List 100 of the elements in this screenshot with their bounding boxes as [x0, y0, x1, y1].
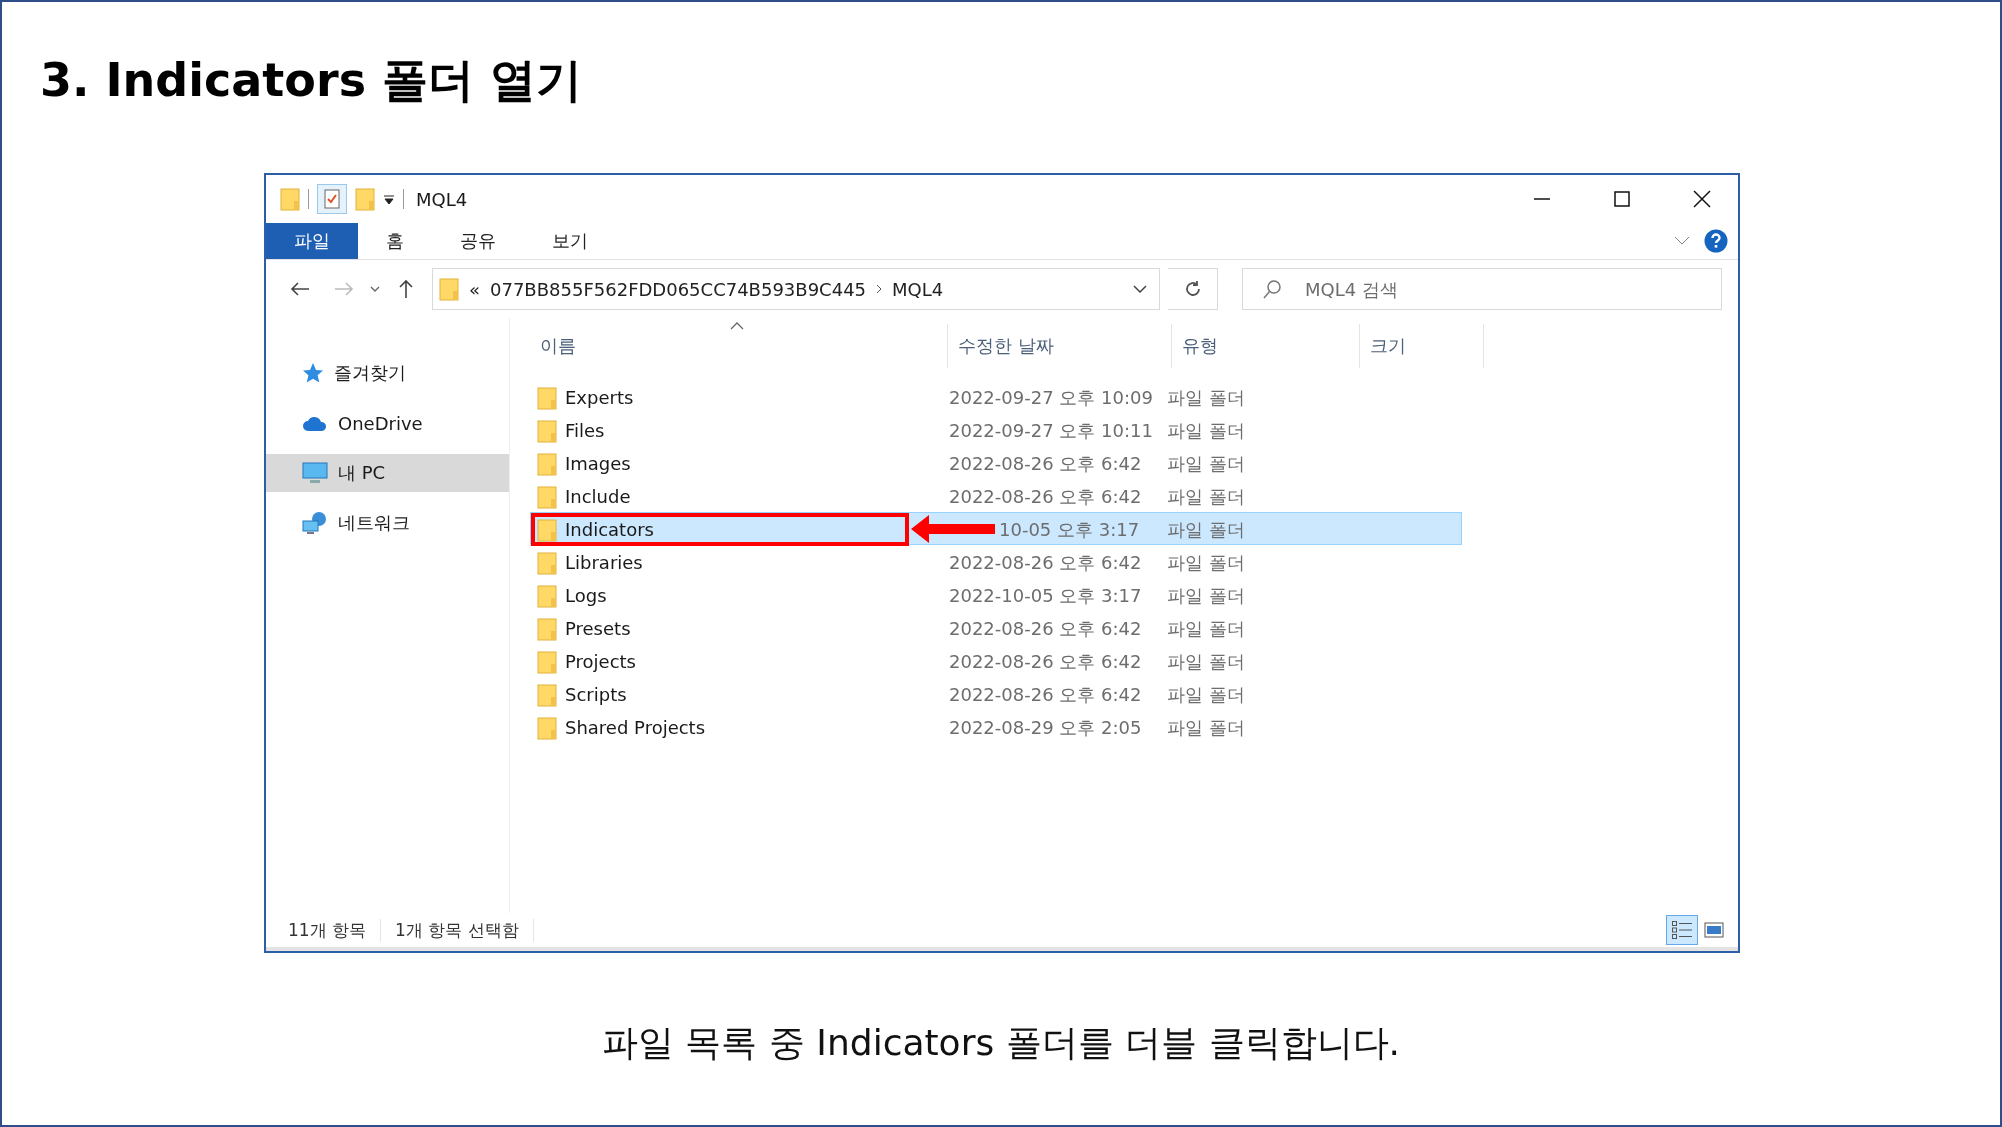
folder-icon — [537, 649, 557, 674]
file-row[interactable]: Projects 2022-08-26 오후 6:42 파일 폴더 — [530, 644, 1462, 677]
file-row[interactable]: Indicators 10-05 오후 3:17 파일 폴더 — [530, 512, 1462, 545]
file-row[interactable]: Logs 2022-10-05 오후 3:17 파일 폴더 — [530, 578, 1462, 611]
file-name: Libraries — [565, 552, 643, 573]
new-folder-icon — [355, 187, 375, 211]
file-name: Shared Projects — [565, 717, 706, 738]
file-row[interactable]: Shared Projects 2022-08-29 오후 2:05 파일 폴더 — [530, 710, 1462, 743]
close-icon — [1693, 190, 1711, 208]
chevron-down-icon[interactable] — [370, 286, 380, 292]
nav-item[interactable]: 내 PC — [266, 454, 509, 492]
folder-icon — [537, 715, 557, 740]
help-icon[interactable] — [1704, 229, 1728, 253]
file-row[interactable]: Presets 2022-08-26 오후 6:42 파일 폴더 — [530, 611, 1462, 644]
file-row[interactable]: Scripts 2022-08-26 오후 6:42 파일 폴더 — [530, 677, 1462, 710]
folder-icon — [537, 517, 557, 542]
file-row[interactable]: Libraries 2022-08-26 오후 6:42 파일 폴더 — [530, 545, 1462, 578]
file-type: 파일 폴더 — [1166, 484, 1246, 509]
nav-item[interactable]: 네트워크 — [266, 504, 509, 542]
modified-date: 2022-08-29 오후 2:05 — [949, 715, 1142, 740]
ribbon-tab[interactable]: 보기 — [524, 223, 616, 259]
search-icon — [1262, 279, 1282, 299]
selection-count: 1개 항목 선택함 — [395, 918, 534, 942]
overflow-mark[interactable]: « — [469, 278, 480, 300]
file-name: Experts — [565, 387, 634, 408]
properties-icon[interactable] — [317, 184, 347, 214]
column-header[interactable]: 크기 — [1360, 324, 1484, 368]
file-type: 파일 폴더 — [1166, 649, 1246, 674]
slide-title: 3. Indicators 폴더 열기 — [39, 52, 584, 109]
folder-icon — [537, 616, 557, 641]
ribbon-tab[interactable]: 파일 — [266, 223, 358, 259]
file-name: Files — [565, 420, 605, 441]
file-type: 파일 폴더 — [1166, 517, 1246, 542]
modified-date: 2022-08-26 오후 6:42 — [949, 649, 1142, 674]
chevron-right-icon — [876, 284, 883, 294]
chevron-down-icon[interactable] — [1133, 285, 1147, 293]
modified-date: 2022-08-26 오후 6:42 — [949, 484, 1142, 509]
caret-icon[interactable] — [383, 193, 395, 205]
refresh-icon — [1183, 280, 1202, 298]
folder-icon — [537, 484, 557, 509]
search-field[interactable]: MQL4 검색 — [1242, 268, 1722, 310]
refresh-button[interactable] — [1168, 268, 1218, 310]
network-icon — [302, 511, 328, 535]
up-arrow-icon — [398, 279, 414, 299]
folder-icon — [280, 187, 300, 211]
file-type: 파일 폴더 — [1166, 616, 1246, 641]
modified-date: 2022-10-05 오후 3:17 — [949, 583, 1142, 608]
nav-item[interactable]: OneDrive — [266, 404, 509, 442]
folder-icon — [537, 682, 557, 707]
ribbon-tab[interactable]: 공유 — [432, 223, 524, 259]
ribbon-tab[interactable]: 홈 — [358, 223, 432, 259]
file-row[interactable]: Experts 2022-09-27 오후 10:09 파일 폴더 — [530, 380, 1462, 413]
star-icon — [302, 362, 324, 384]
modified-date: 10-05 오후 3:17 — [999, 517, 1140, 542]
nav-item[interactable]: 즐겨찾기 — [266, 354, 509, 392]
folder-icon — [537, 385, 557, 410]
address-bar[interactable]: « 077BB855F562FDD065CC74B593B9C445 MQL4 — [432, 268, 1160, 310]
view-button[interactable] — [1666, 915, 1698, 945]
folder-icon — [537, 418, 557, 443]
modified-date: 2022-08-26 오후 6:42 — [949, 550, 1142, 575]
file-type: 파일 폴더 — [1166, 451, 1246, 476]
file-name: Scripts — [565, 684, 627, 705]
file-row[interactable]: Files 2022-09-27 오후 10:11 파일 폴더 — [530, 413, 1462, 446]
monitor-icon — [302, 462, 328, 484]
modified-date: 2022-09-27 오후 10:11 — [949, 418, 1153, 443]
slide-caption: 파일 목록 중 Indicators 폴더를 더블 클릭합니다. — [601, 1021, 1401, 1065]
breadcrumb[interactable]: MQL4 — [892, 278, 944, 300]
folder-icon — [537, 583, 557, 608]
breadcrumb[interactable]: 077BB855F562FDD065CC74B593B9C445 — [490, 278, 867, 300]
minimize-icon — [1534, 198, 1550, 200]
back-arrow-icon — [290, 281, 310, 297]
file-name: Logs — [565, 585, 607, 606]
window-title: MQL4 — [416, 188, 468, 210]
forward-arrow-icon — [334, 281, 354, 297]
file-type: 파일 폴더 — [1166, 418, 1246, 443]
maximize-icon — [1614, 191, 1630, 207]
file-name: Presets — [565, 618, 631, 639]
column-header[interactable]: 수정한 날짜 — [948, 324, 1172, 368]
file-name: Include — [565, 486, 631, 507]
item-count: 11개 항목 — [288, 918, 382, 942]
file-row[interactable]: Include 2022-08-26 오후 6:42 파일 폴더 — [530, 479, 1462, 512]
details-view-icon — [1671, 920, 1693, 940]
modified-date: 2022-08-26 오후 6:42 — [949, 682, 1142, 707]
file-name: Projects — [565, 651, 636, 672]
file-type: 파일 폴더 — [1166, 715, 1246, 740]
file-type: 파일 폴더 — [1166, 385, 1246, 410]
cloud-icon — [302, 414, 328, 432]
modified-date: 2022-09-27 오후 10:09 — [949, 385, 1153, 410]
file-name: Images — [565, 453, 631, 474]
column-header[interactable]: 이름 — [530, 324, 948, 368]
file-name: Indicators — [565, 519, 654, 540]
sort-caret-icon — [730, 322, 744, 330]
file-type: 파일 폴더 — [1166, 583, 1246, 608]
folder-icon — [537, 451, 557, 476]
folder-icon — [537, 550, 557, 575]
modified-date: 2022-08-26 오후 6:42 — [949, 451, 1142, 476]
column-header[interactable]: 유형 — [1172, 324, 1360, 368]
folder-icon — [439, 277, 459, 301]
file-row[interactable]: Images 2022-08-26 오후 6:42 파일 폴더 — [530, 446, 1462, 479]
modified-date: 2022-08-26 오후 6:42 — [949, 616, 1142, 641]
